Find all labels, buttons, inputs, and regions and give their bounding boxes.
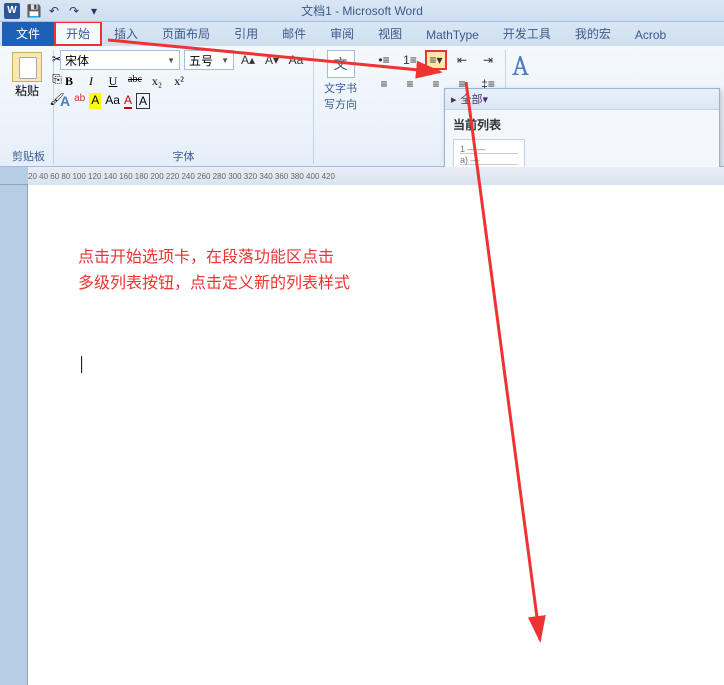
vertical-ruler[interactable] — [0, 185, 28, 685]
section-current-list: 当前列表 — [445, 110, 719, 135]
document-page[interactable]: 点击开始选项卡，在段落功能区点击 多级列表按钮，点击定义新的列表样式 │ — [28, 185, 724, 685]
change-case-button[interactable]: Aa — [105, 93, 120, 109]
tab-layout[interactable]: 页面布局 — [150, 21, 222, 46]
superscript-button[interactable]: x² — [170, 74, 188, 89]
italic-button[interactable]: I — [82, 74, 100, 89]
group-clipboard: 粘贴 ✂ ⎘ 🖌 剪贴板 — [4, 50, 54, 164]
align-left-button[interactable]: ≡ — [373, 74, 395, 94]
align-center-button[interactable]: ≡ — [399, 74, 421, 94]
title-bar: W 💾 ↶ ↷ ▾ 文档1 - Microsoft Word — [0, 0, 724, 22]
document-area: 点击开始选项卡，在段落功能区点击 多级列表按钮，点击定义新的列表样式 │ — [0, 185, 724, 685]
quick-access-toolbar: 💾 ↶ ↷ ▾ — [26, 3, 102, 19]
group-textdir: 文 文字书 写方向 — [314, 50, 367, 164]
tab-home[interactable]: 开始 — [54, 21, 102, 46]
paste-button[interactable]: 粘贴 — [10, 50, 44, 108]
horizontal-ruler[interactable]: 20 40 60 80 100 120 140 160 180 200 220 … — [0, 167, 724, 185]
tab-references[interactable]: 引用 — [222, 21, 270, 46]
app-icon: W — [4, 3, 20, 19]
underline-button[interactable]: U — [104, 74, 122, 89]
font-size-select[interactable]: 五号▼ — [184, 50, 234, 70]
strike-button[interactable]: abc — [126, 74, 144, 89]
annotation-text: 点击开始选项卡，在段落功能区点击 多级列表按钮，点击定义新的列表样式 — [78, 245, 674, 296]
paste-icon — [12, 52, 42, 82]
bullets-button[interactable]: •≡ — [373, 50, 395, 70]
tab-macro[interactable]: 我的宏 — [563, 21, 623, 46]
tab-developer[interactable]: 开发工具 — [491, 21, 563, 46]
subscript-button[interactable]: x₂ — [148, 74, 166, 89]
grow-font-button[interactable]: A▴ — [238, 50, 258, 70]
highlight-button[interactable]: A — [89, 93, 101, 109]
shrink-font-button[interactable]: A▾ — [262, 50, 282, 70]
tab-mail[interactable]: 邮件 — [270, 21, 318, 46]
tab-file[interactable]: 文件 — [2, 21, 54, 46]
dropdown-header[interactable]: ▸ 全部▾ — [445, 89, 719, 110]
paste-label: 粘贴 — [15, 82, 39, 99]
save-button[interactable]: 💾 — [26, 3, 42, 19]
qat-more-icon[interactable]: ▾ — [86, 3, 102, 19]
expand-icon: ▸ — [451, 93, 457, 106]
ruler-ticks: 20 40 60 80 100 120 140 160 180 200 220 … — [28, 167, 724, 185]
text-effect-button[interactable]: A — [60, 93, 70, 109]
font-color-button[interactable]: A — [124, 93, 132, 109]
text-direction-button[interactable]: 文 文字书 写方向 — [320, 50, 361, 112]
char-border-button[interactable]: A — [136, 93, 150, 109]
chevron-down-icon: ▼ — [221, 56, 229, 65]
numbering-button[interactable]: 1≡ — [399, 50, 421, 70]
font-name-select[interactable]: 宋体▼ — [60, 50, 180, 70]
tab-acrobat[interactable]: Acrob — [623, 24, 678, 46]
undo-button[interactable]: ↶ — [46, 3, 62, 19]
multilevel-list-button[interactable]: ≡▾ — [425, 50, 447, 70]
ribbon-tabs: 文件 开始 插入 页面布局 引用 邮件 审阅 视图 MathType 开发工具 … — [0, 22, 724, 46]
tab-mathtype[interactable]: MathType — [414, 24, 491, 46]
group-font: 宋体▼ 五号▼ A▴ A▾ Aa B I U abc x₂ x² A ab A … — [54, 50, 314, 164]
clear-format-button[interactable]: Aa — [286, 50, 306, 70]
font-label: 字体 — [60, 148, 307, 164]
redo-button[interactable]: ↷ — [66, 3, 82, 19]
tab-review[interactable]: 审阅 — [318, 21, 366, 46]
tab-view[interactable]: 视图 — [366, 21, 414, 46]
decrease-indent-button[interactable]: ⇤ — [451, 50, 473, 70]
increase-indent-button[interactable]: ⇥ — [477, 50, 499, 70]
change-styles-button[interactable]: A — [512, 50, 539, 82]
phonetic-button[interactable]: ab — [74, 93, 85, 109]
clipboard-label: 剪贴板 — [10, 148, 47, 164]
bold-button[interactable]: B — [60, 74, 78, 89]
chevron-down-icon: ▼ — [167, 56, 175, 65]
window-title: 文档1 - Microsoft Word — [301, 2, 423, 19]
text-cursor: │ — [78, 356, 674, 372]
tab-insert[interactable]: 插入 — [102, 21, 150, 46]
text-direction-icon: 文 — [327, 50, 355, 78]
